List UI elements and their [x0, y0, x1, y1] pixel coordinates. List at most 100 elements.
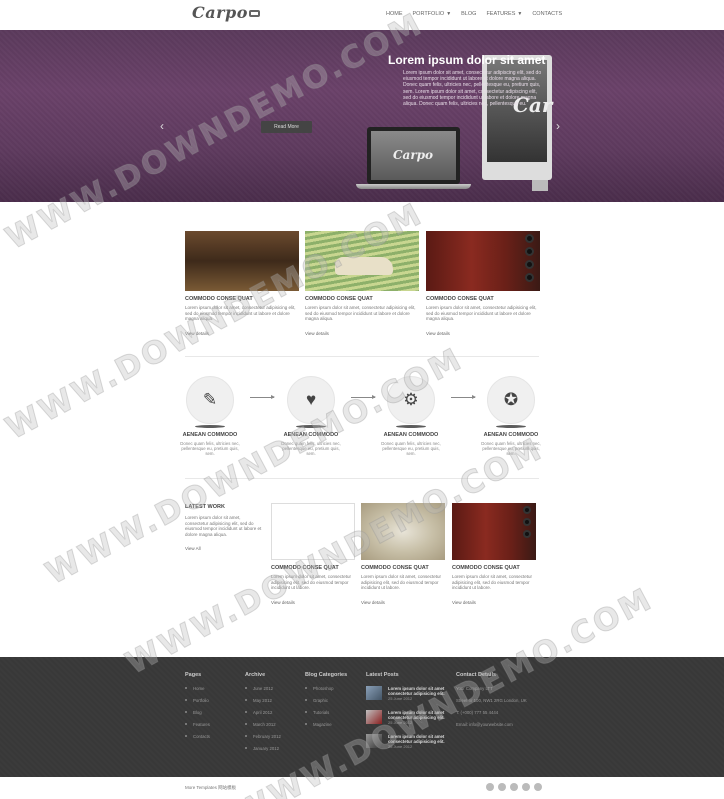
- footer-link-label: Tutorials: [313, 710, 330, 715]
- slider-next-arrow-icon[interactable]: ›: [556, 119, 560, 133]
- facebook-icon[interactable]: [486, 783, 494, 791]
- featured-image[interactable]: [426, 231, 540, 291]
- footer-link[interactable]: Photoshop: [305, 686, 347, 698]
- slider-prev-arrow-icon[interactable]: ‹: [160, 119, 164, 133]
- laptop-image: Carpo: [367, 127, 460, 184]
- post-thumbnail: [366, 734, 382, 748]
- footer-link[interactable]: March 2012: [245, 722, 281, 734]
- nav-features[interactable]: FEATURES ▼: [486, 11, 522, 17]
- footer-heading: Blog Categories: [305, 672, 348, 678]
- service-title: AENEAN COMMODO: [383, 432, 439, 438]
- contact-email[interactable]: Email: info@yourwebsite.com: [456, 722, 546, 734]
- work-image[interactable]: [452, 503, 536, 560]
- featured-image[interactable]: [185, 231, 299, 291]
- view-all-link[interactable]: View All: [185, 546, 201, 551]
- card-title: COMMODO CONSE QUAT: [452, 565, 520, 571]
- bullet-icon: [185, 723, 187, 725]
- record-shape: [525, 234, 534, 243]
- circle-shadow: [396, 425, 426, 428]
- card-title: COMMODO CONSE QUAT: [185, 296, 253, 302]
- footer-link-label: Portfolio: [193, 698, 209, 703]
- contact-company: Your Company LTT: [456, 686, 493, 691]
- bullet-icon: [185, 699, 187, 701]
- bullet-icon: [245, 699, 247, 701]
- hero-text: Lorem ipsum dolor sit amet, consectetur …: [403, 70, 542, 108]
- card-title: COMMODO CONSE QUAT: [271, 565, 339, 571]
- nav-blog[interactable]: BLOG: [461, 11, 476, 17]
- footer-link[interactable]: Contacts: [185, 734, 210, 746]
- footer-link-label: January 2012: [253, 746, 280, 751]
- bullet-icon: [185, 711, 187, 713]
- card-text: Lorem ipsum dolor sit amet, consectetur …: [452, 574, 533, 590]
- footer-link[interactable]: Portfolio: [185, 698, 210, 710]
- linkedin-icon[interactable]: [522, 783, 530, 791]
- main-nav: HOME PORTFOLIO ▼ BLOG FEATURES ▼ CONTACTS: [386, 11, 562, 17]
- arrow-right-icon: [351, 395, 376, 399]
- latest-post[interactable]: Lorem ipsum dolor sit amet consectetur a…: [366, 686, 446, 710]
- latest-post[interactable]: Lorem ipsum dolor sit amet consectetur a…: [366, 710, 446, 734]
- footer-archive: Archive June 2012 May 2012 April 2012 Ma…: [245, 672, 281, 758]
- award-icon: ✪: [487, 376, 535, 424]
- site-footer: [0, 657, 724, 777]
- footer-link[interactable]: Tutorials: [305, 710, 347, 722]
- footer-link[interactable]: June 2012: [245, 686, 281, 698]
- service-title: AENEAN COMMODO: [283, 432, 339, 438]
- post-date: 25 June 2012: [388, 696, 413, 701]
- footer-link[interactable]: Blog: [185, 710, 210, 722]
- card-text: Lorem ipsum dolor sit amet, consectetur …: [305, 305, 416, 321]
- view-details-link[interactable]: View details: [271, 600, 355, 605]
- service-text: Donec quam felis, ultricies nec, pellent…: [381, 441, 441, 456]
- work-image-placeholder[interactable]: [271, 503, 355, 560]
- nav-contacts[interactable]: CONTACTS: [532, 11, 562, 17]
- copyright-text[interactable]: More Templates 网站模板: [185, 785, 236, 791]
- featured-image[interactable]: [305, 231, 419, 291]
- nav-portfolio-label: PORTFOLIO: [412, 11, 445, 17]
- nav-portfolio[interactable]: PORTFOLIO ▼: [413, 11, 452, 17]
- view-details-link[interactable]: View details: [305, 331, 419, 336]
- bullet-icon: [185, 687, 187, 689]
- footer-link-label: March 2012: [253, 722, 276, 727]
- card-title: COMMODO CONSE QUAT: [426, 296, 494, 302]
- bullet-icon: [245, 711, 247, 713]
- laptop-screen: Carpo: [371, 131, 456, 180]
- page: Carpo HOME PORTFOLIO ▼ BLOG FEATURES ▼ CON…: [0, 0, 724, 799]
- latest-work-text: Lorem ipsum dolor sit amet, consectetur …: [185, 515, 262, 537]
- twitter-icon[interactable]: [498, 783, 506, 791]
- record-shape: [525, 273, 534, 282]
- google-plus-icon[interactable]: [510, 783, 518, 791]
- view-details-link[interactable]: View details: [185, 331, 299, 336]
- work-image[interactable]: [361, 503, 445, 560]
- rss-icon[interactable]: [534, 783, 542, 791]
- footer-link[interactable]: May 2012: [245, 698, 281, 710]
- contact-phone: T: (+000) 777 55 4444: [456, 710, 499, 715]
- nav-home[interactable]: HOME: [386, 11, 403, 17]
- latest-post[interactable]: Lorem ipsum dolor sit amet consectetur a…: [366, 734, 446, 758]
- laptop-base: [356, 184, 471, 189]
- logo[interactable]: Carpo: [192, 3, 260, 22]
- hero-slider: ‹ › Read More Car Carpo Lorem ipsum dolo…: [0, 30, 724, 202]
- footer-link[interactable]: April 2012: [245, 710, 281, 722]
- record-shape: [525, 247, 534, 256]
- post-title: Lorem ipsum dolor sit amet consectetur a…: [388, 686, 445, 696]
- footer-link[interactable]: February 2012: [245, 734, 281, 746]
- footer-link-label: February 2012: [253, 734, 281, 739]
- footer-link[interactable]: Magazine: [305, 722, 347, 734]
- bottom-bar: More Templates 网站模板: [0, 777, 724, 799]
- view-details-link[interactable]: View details: [426, 331, 540, 336]
- record-shape: [523, 506, 531, 514]
- footer-link[interactable]: Graphic: [305, 698, 347, 710]
- view-details-link[interactable]: View details: [361, 600, 445, 605]
- footer-link-label: Home: [193, 686, 205, 691]
- service-item: ♥ AENEAN COMMODO Donec quam felis, ultri…: [281, 376, 341, 456]
- footer-link-label: June 2012: [253, 686, 274, 691]
- footer-link-label: Features: [193, 722, 210, 727]
- post-title: Lorem ipsum dolor sit amet consectetur a…: [388, 734, 445, 744]
- gears-icon: ⚙: [387, 376, 435, 424]
- footer-link[interactable]: January 2012: [245, 746, 281, 758]
- footer-link[interactable]: Features: [185, 722, 210, 734]
- read-more-button[interactable]: Read More: [261, 121, 312, 133]
- service-item: ✎ AENEAN COMMODO Donec quam felis, ultri…: [180, 376, 240, 456]
- view-details-link[interactable]: View details: [452, 600, 536, 605]
- footer-heading: Contact Details: [456, 672, 497, 678]
- footer-link[interactable]: Home: [185, 686, 210, 698]
